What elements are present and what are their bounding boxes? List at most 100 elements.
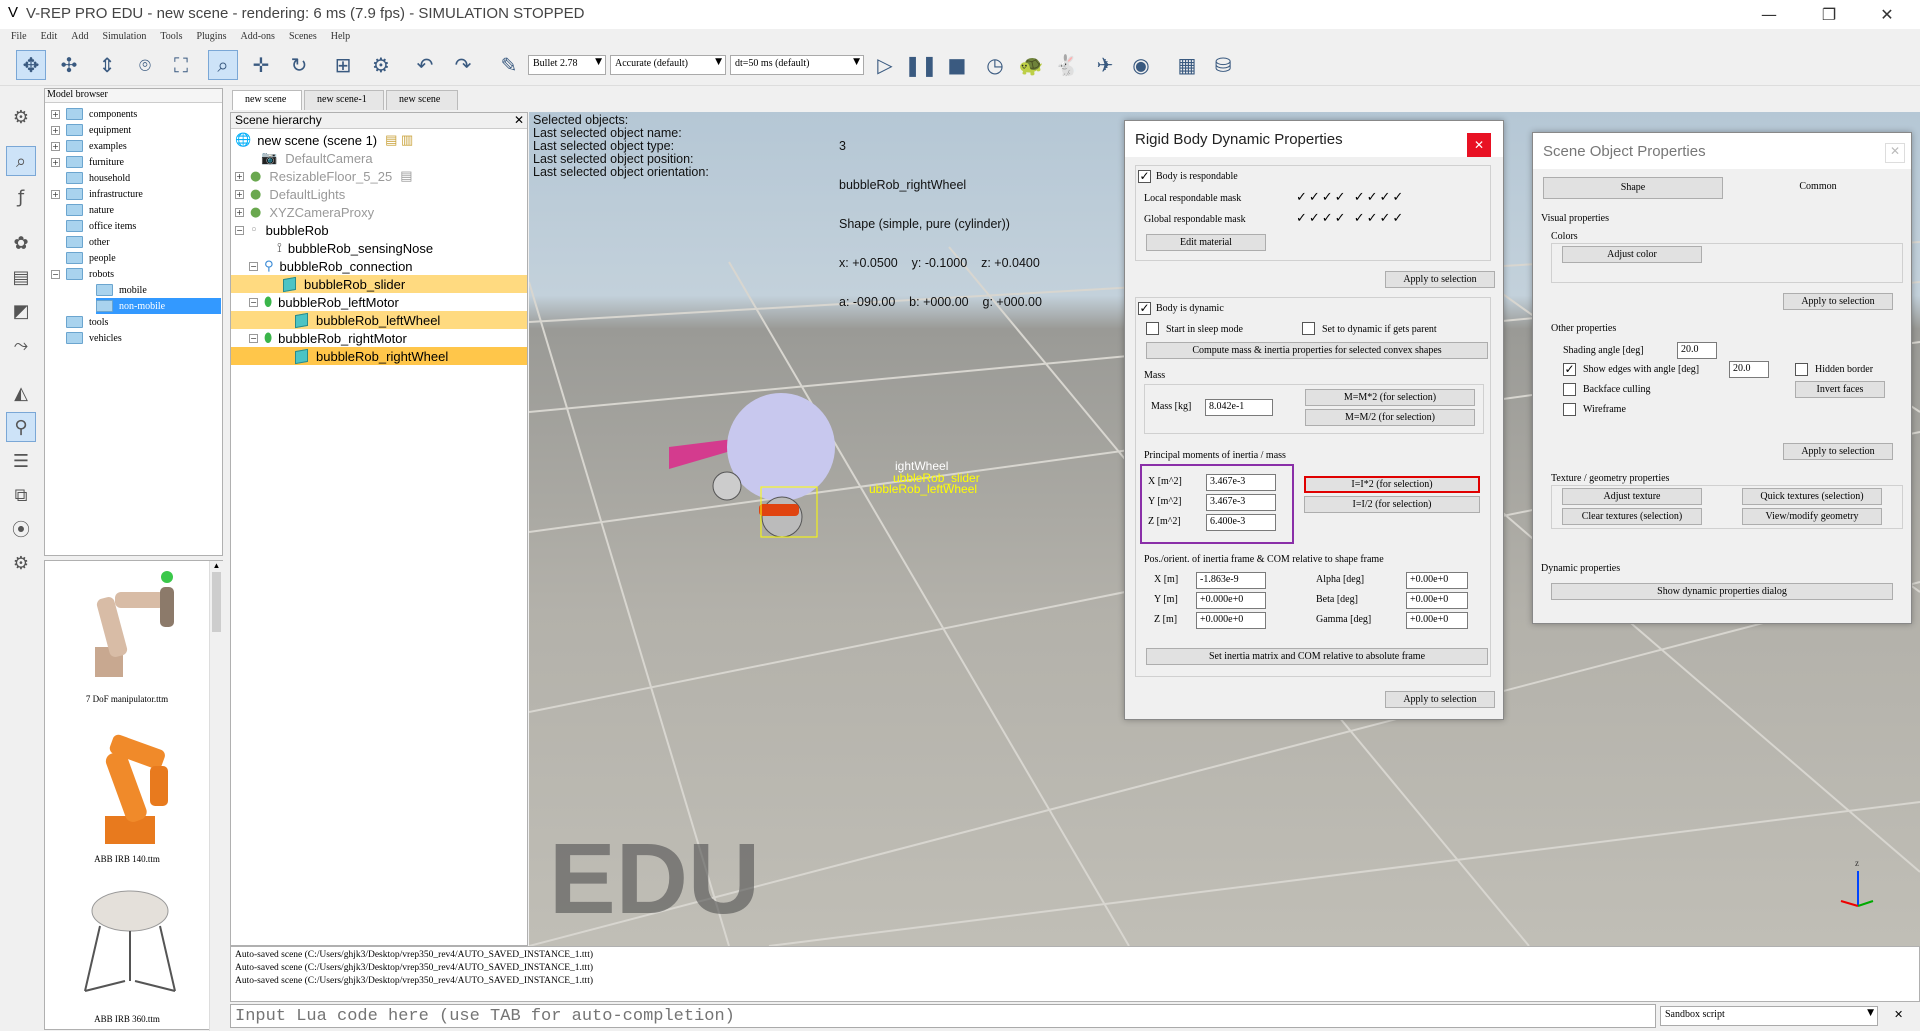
menu-edit[interactable]: Edit: [34, 29, 65, 45]
hierarchy-item-selected[interactable]: bubbleRob_leftWheel: [231, 311, 527, 329]
start-simulation-icon[interactable]: ▷: [870, 50, 900, 80]
hierarchy-item[interactable]: − ⚲ bubbleRob_connection: [249, 257, 549, 275]
compute-mass-button[interactable]: Compute mass & inertia properties for se…: [1146, 342, 1488, 359]
close-icon[interactable]: ✕: [514, 113, 524, 127]
tab-new-scene-2[interactable]: new scene: [386, 90, 458, 110]
beta-input[interactable]: +0.00e+0: [1406, 592, 1468, 609]
redo-icon[interactable]: ↷: [448, 50, 478, 80]
model-info-icon[interactable]: ⚲: [6, 412, 36, 442]
undo-icon[interactable]: ↶: [410, 50, 440, 80]
collapse-icon[interactable]: −: [235, 225, 244, 235]
tree-folder[interactable]: people: [66, 250, 116, 266]
menu-plugins[interactable]: Plugins: [189, 29, 233, 45]
show-dynamic-dialog-button[interactable]: Show dynamic properties dialog: [1551, 583, 1893, 600]
inertia-x-input[interactable]: 3.467e-3: [1206, 474, 1276, 491]
abb-irb140-thumb-icon[interactable]: [65, 721, 195, 851]
show-edges-checkbox[interactable]: ✓: [1563, 363, 1576, 376]
set-dynamic-checkbox[interactable]: [1302, 322, 1315, 335]
selection-icon[interactable]: ◭: [6, 378, 36, 408]
tab-shape[interactable]: Shape: [1543, 177, 1723, 199]
menu-add[interactable]: Add: [64, 29, 95, 45]
set-absolute-frame-button[interactable]: Set inertia matrix and COM relative to a…: [1146, 648, 1488, 665]
tree-folder[interactable]: − robots: [51, 266, 114, 282]
tree-folder[interactable]: nature: [66, 202, 114, 218]
tab-new-scene[interactable]: new scene: [232, 90, 302, 110]
scroll-thumb[interactable]: [212, 572, 221, 632]
expand-icon[interactable]: +: [235, 207, 244, 217]
collapse-icon[interactable]: −: [249, 261, 258, 271]
fit-to-view-icon[interactable]: ⛶: [166, 50, 196, 80]
assemble-icon[interactable]: ⊞: [328, 50, 358, 80]
hierarchy-item-selected[interactable]: bubbleRob_slider: [231, 275, 527, 293]
mass-times-2-button[interactable]: M=M*2 (for selection): [1305, 389, 1475, 406]
lua-command-input[interactable]: [230, 1004, 1656, 1028]
hierarchy-item-last-selected[interactable]: bubbleRob_rightWheel: [231, 347, 527, 365]
expand-icon[interactable]: +: [51, 125, 60, 135]
view-geometry-button[interactable]: View/modify geometry: [1742, 508, 1882, 525]
apply-to-selection-button[interactable]: Apply to selection: [1783, 443, 1893, 460]
tree-folder[interactable]: tools: [66, 314, 108, 330]
inertia-y-input[interactable]: 3.467e-3: [1206, 494, 1276, 511]
realtime-icon[interactable]: ◷: [980, 50, 1010, 80]
hierarchy-item[interactable]: − ⬮ bubbleRob_leftMotor: [249, 293, 549, 311]
video-recorder-icon[interactable]: ⦿: [6, 514, 36, 544]
hierarchy-item[interactable]: + ● XYZCameraProxy: [235, 203, 535, 221]
collapse-icon[interactable]: −: [249, 333, 258, 343]
alpha-input[interactable]: +0.00e+0: [1406, 572, 1468, 589]
mass-input[interactable]: 8.042e-1: [1205, 399, 1273, 416]
close-icon[interactable]: ✕: [1467, 133, 1491, 157]
hierarchy-item[interactable]: 📷 DefaultCamera: [261, 149, 561, 167]
camera-rotate-icon[interactable]: ✣: [54, 50, 84, 80]
faster-icon[interactable]: 🐇: [1052, 50, 1082, 80]
maximize-button[interactable]: ❐: [1806, 0, 1852, 29]
slower-icon[interactable]: 🐢: [1016, 50, 1046, 80]
close-button[interactable]: ✕: [1864, 0, 1910, 29]
abb-irb360-thumb-icon[interactable]: [65, 881, 195, 1011]
object-rotate-icon[interactable]: ↻: [284, 50, 314, 80]
scene-selector-icon[interactable]: ⛁: [1208, 50, 1238, 80]
menu-simulation[interactable]: Simulation: [95, 29, 153, 45]
edit-material-button[interactable]: Edit material: [1146, 234, 1266, 251]
pause-simulation-icon[interactable]: ❚❚: [904, 50, 938, 80]
tree-folder[interactable]: + furniture: [51, 154, 124, 170]
apply-to-selection-button[interactable]: Apply to selection: [1385, 271, 1495, 288]
tree-folder-selected[interactable]: non-mobile: [96, 298, 221, 314]
expand-icon[interactable]: +: [51, 109, 60, 119]
close-icon[interactable]: ✕: [1885, 143, 1905, 163]
pos-y-input[interactable]: +0.000e+0: [1196, 592, 1266, 609]
tree-folder[interactable]: mobile: [96, 282, 147, 298]
mass-div-2-button[interactable]: M=M/2 (for selection): [1305, 409, 1475, 426]
layers-icon[interactable]: ⧉: [6, 480, 36, 510]
hierarchy-item[interactable]: + ● ResizableFloor_5_25 ▤: [235, 167, 535, 185]
expand-icon[interactable]: +: [51, 189, 60, 199]
threaded-rendering-icon[interactable]: ✈: [1090, 50, 1120, 80]
hierarchy-item[interactable]: + ● DefaultLights: [235, 185, 535, 203]
respondable-checkbox[interactable]: ✓: [1138, 170, 1151, 183]
menu-help[interactable]: Help: [324, 29, 357, 45]
hierarchy-item[interactable]: − ⬮ bubbleRob_rightMotor: [249, 329, 549, 347]
inertia-div-2-button[interactable]: I=I/2 (for selection): [1304, 496, 1480, 513]
user-settings-gear-icon[interactable]: ⚙: [6, 548, 36, 578]
adjust-texture-button[interactable]: Adjust texture: [1562, 488, 1702, 505]
accuracy-select[interactable]: Accurate (default) ▼: [610, 55, 726, 75]
minimize-button[interactable]: —: [1746, 0, 1792, 29]
tree-folder[interactable]: household: [66, 170, 130, 186]
dynamics-toggle-icon[interactable]: ✎: [494, 50, 524, 80]
wireframe-checkbox[interactable]: [1563, 403, 1576, 416]
menu-file[interactable]: File: [4, 29, 34, 45]
expand-icon[interactable]: +: [51, 157, 60, 167]
backface-checkbox[interactable]: [1563, 383, 1576, 396]
camera-angle-icon[interactable]: ⌾: [130, 50, 160, 80]
camera-shift-icon[interactable]: ⇕: [92, 50, 122, 80]
scrollbar[interactable]: ▲: [209, 561, 223, 1031]
tree-folder[interactable]: other: [66, 234, 110, 250]
tree-folder[interactable]: + infrastructure: [51, 186, 143, 202]
scroll-up-icon[interactable]: ▲: [210, 561, 223, 570]
inertia-times-2-button[interactable]: I=I*2 (for selection): [1304, 476, 1480, 493]
pos-z-input[interactable]: +0.000e+0: [1196, 612, 1266, 629]
user-settings-icon[interactable]: ☰: [6, 446, 36, 476]
scripts-icon[interactable]: ▤: [6, 262, 36, 292]
global-mask-checkboxes[interactable]: ✓✓✓✓ ✓✓✓✓: [1296, 211, 1405, 226]
calculation-modules-icon[interactable]: ƒ: [6, 182, 36, 212]
collapse-icon[interactable]: −: [51, 269, 60, 279]
